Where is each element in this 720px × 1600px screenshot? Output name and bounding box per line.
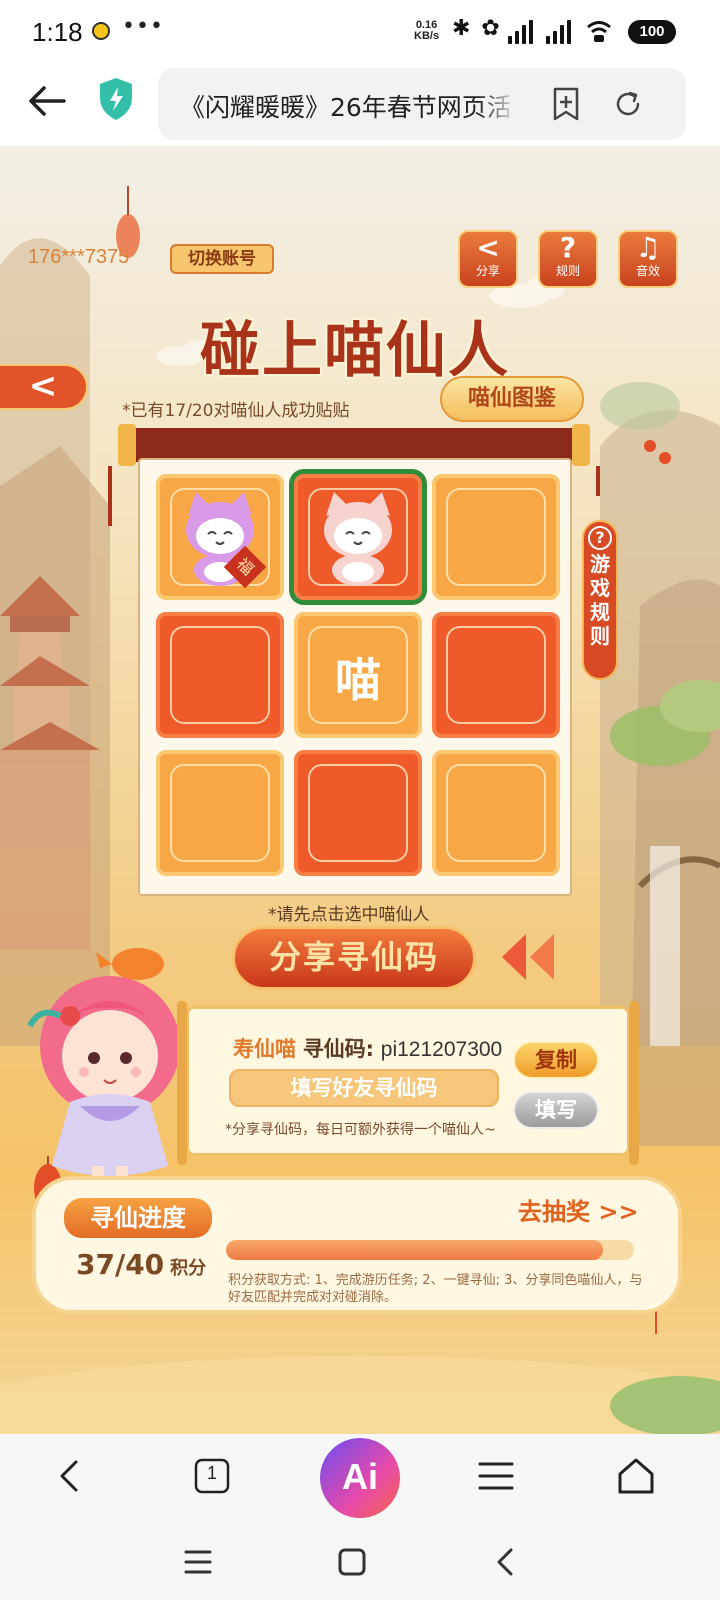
network-speed-unit: KB/s (414, 30, 440, 42)
copy-button[interactable]: 复制 (513, 1041, 599, 1079)
board-tile[interactable] (432, 612, 560, 738)
double-arrow-left-icon (502, 934, 554, 980)
system-recents-icon[interactable] (176, 1540, 220, 1584)
friend-code-input[interactable]: 填写好友寻仙码 (229, 1069, 499, 1107)
system-back-icon[interactable] (484, 1540, 528, 1584)
bluetooth-paw-icons: ✱ ✿ (452, 16, 502, 41)
game-back-button[interactable]: < (0, 364, 88, 410)
progress-bar (226, 1240, 634, 1260)
cat-immortal-icon (324, 492, 392, 586)
board-tile[interactable] (432, 750, 560, 876)
add-bookmark-icon[interactable] (546, 84, 586, 124)
meow-tile-text: 喵 (335, 653, 381, 707)
wifi-icon (587, 21, 611, 42)
game-rules-side-button[interactable]: ? 游戏规则 (582, 520, 618, 680)
share-top-button[interactable]: < 分享 (458, 230, 518, 288)
board-tile[interactable] (432, 474, 560, 600)
board-tile[interactable] (156, 750, 284, 876)
progress-bar-fill (226, 1240, 604, 1260)
question-icon: ? (559, 231, 577, 264)
back-arrow-icon[interactable] (22, 76, 72, 126)
board-tile[interactable] (294, 474, 422, 600)
battery-indicator: 100 (628, 20, 676, 44)
network-speed: 0.16 KB/s (414, 20, 439, 42)
notification-emoji-icon (92, 22, 110, 40)
points-rules-text: 积分获取方式: 1、完成游历任务; 2、一键寻仙; 3、分享同色喵仙人，与好友匹… (228, 1273, 643, 1305)
board-tile[interactable] (294, 750, 422, 876)
share-tip: *分享寻仙码，每日可额外获得一个喵仙人~ (225, 1122, 496, 1138)
pairing-progress-note: *已有17/20对喵仙人成功贴贴 (122, 401, 350, 421)
sound-top-button[interactable]: ♫ 音效 (618, 230, 678, 288)
security-shield-icon[interactable] (96, 74, 136, 124)
browser-url-bar: 《闪耀暖暖》26年春节网页活动 (0, 62, 720, 146)
question-circle-icon: ? (588, 526, 612, 550)
share-label: 分享 (475, 264, 500, 278)
game-board: 福喵 (138, 458, 572, 896)
scroll-rod (118, 424, 590, 466)
board-tile[interactable]: 喵 (294, 612, 422, 738)
game-rules-label: 游戏规则 (590, 552, 610, 648)
code-line: 寿仙喵 寻仙码: pi121207300 (233, 1033, 502, 1063)
status-more-dots: ••• (122, 14, 164, 39)
signal-icon-1 (508, 18, 542, 44)
go-draw-link[interactable]: 去抽奖 >> (518, 1192, 639, 1227)
fill-button[interactable]: 填写 (513, 1091, 599, 1129)
tabs-button[interactable]: 1 (190, 1454, 234, 1498)
rules-label: 规则 (555, 264, 580, 278)
cat-atlas-button[interactable]: 喵仙图鉴 (440, 376, 584, 422)
progress-value: 37/40 积分 (76, 1248, 206, 1281)
seek-progress-panel: 寻仙进度 37/40 积分 去抽奖 >> 积分获取方式: 1、完成游历任务; 2、… (32, 1176, 682, 1314)
share-icon: < (476, 231, 500, 264)
board-tile[interactable]: 福 (156, 474, 284, 600)
progress-unit: 积分 (170, 1258, 207, 1279)
rules-top-button[interactable]: ? 规则 (538, 230, 598, 288)
system-nav-bar (0, 1520, 720, 1600)
account-id: 176***7375 (28, 246, 130, 268)
share-code-button[interactable]: 分享寻仙码 (232, 926, 476, 990)
url-field[interactable]: 《闪耀暖暖》26年春节网页活动 (158, 68, 686, 140)
music-note-icon: ♫ (635, 231, 661, 264)
code-label: 寻仙码: (302, 1037, 375, 1061)
status-bar: 1:18 ••• 0.16 KB/s ✱ ✿ 100 (0, 0, 720, 62)
seek-code-value: pi121207300 (380, 1038, 503, 1061)
select-hint: *请先点击选中喵仙人 (268, 905, 430, 925)
progress-tag: 寻仙进度 (64, 1198, 212, 1238)
ai-assistant-button[interactable]: Ai (320, 1438, 400, 1518)
player-nickname: 寿仙喵 (233, 1037, 296, 1061)
seek-code-panel: 寿仙喵 寻仙码: pi121207300 填写好友寻仙码 复制 填写 *分享寻仙… (177, 1001, 639, 1165)
url-title-text: 《闪耀暖暖》26年春节网页活动 (180, 93, 510, 120)
refresh-icon[interactable] (608, 84, 648, 124)
browser-bottom-nav: 1 Ai (0, 1434, 720, 1520)
sound-label: 音效 (635, 264, 660, 278)
switch-account-button[interactable]: 切换账号 (170, 244, 274, 274)
system-home-icon[interactable] (330, 1540, 374, 1584)
status-time: 1:18 (32, 17, 83, 47)
menu-icon[interactable] (474, 1454, 518, 1498)
game-page: 176***7375 切换账号 < 分享 ? 规则 ♫ 音效 碰上喵仙人 < *… (0, 146, 720, 1434)
tabs-count: 1 (206, 1463, 217, 1483)
home-icon[interactable] (614, 1454, 658, 1498)
progress-score: 37/40 (76, 1248, 165, 1281)
signal-icon-2 (546, 18, 580, 44)
board-tile[interactable] (156, 612, 284, 738)
nav-back-icon[interactable] (48, 1454, 92, 1498)
